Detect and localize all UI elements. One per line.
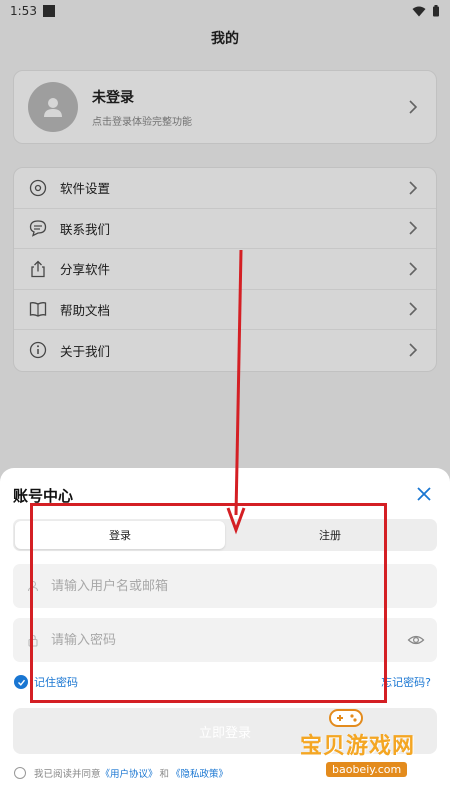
- forgot-password-link[interactable]: 忘记密码?: [381, 674, 431, 690]
- watermark-title: 宝贝游戏网: [300, 734, 416, 759]
- checkmark-icon: [14, 675, 28, 689]
- close-icon[interactable]: [416, 486, 432, 502]
- watermark-site: baobeiy.com: [326, 762, 408, 777]
- agreement-prefix: 我已阅读并同意: [34, 769, 101, 780]
- eye-icon[interactable]: [407, 631, 425, 649]
- agreement-checkbox[interactable]: [14, 767, 26, 779]
- user-agreement-link[interactable]: 《用户协议》: [101, 766, 158, 780]
- annotation-highlight-box: [30, 503, 387, 703]
- agreement-and: 和: [159, 769, 170, 780]
- privacy-policy-link[interactable]: 《隐私政策》: [171, 766, 228, 780]
- gamepad-icon: [329, 709, 363, 727]
- agreement-row: 我已阅读并同意 《用户协议》 和 《隐私政策》: [14, 766, 228, 780]
- watermark: 宝贝游戏网 baobeiy.com: [300, 709, 440, 780]
